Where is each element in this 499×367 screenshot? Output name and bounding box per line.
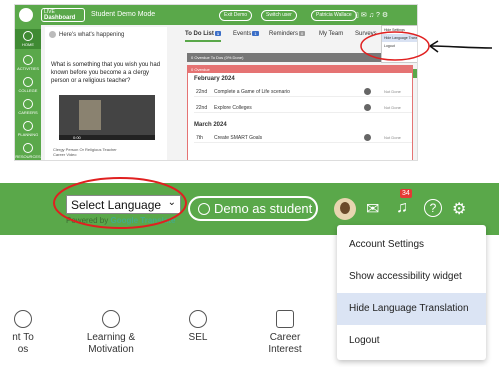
- video-controls[interactable]: 0:00: [59, 135, 155, 140]
- arrow-line: [429, 45, 493, 49]
- tab-todo-list[interactable]: To Do List 1: [185, 31, 222, 42]
- mode-title: Student Demo Mode: [91, 11, 156, 18]
- sidebar-item-careers[interactable]: CAREERS: [15, 99, 41, 115]
- powered-by-text: Powered by Google Translate: [66, 216, 176, 225]
- arrow-head-icon: [429, 40, 439, 53]
- switch-user-button[interactable]: Switch user: [261, 10, 297, 21]
- sidebar-item-college[interactable]: COLLEGE: [15, 77, 41, 93]
- menu-item-logout[interactable]: Logout: [337, 325, 486, 357]
- nav-item-sel[interactable]: SEL: [178, 310, 218, 344]
- chevron-icon[interactable]: [364, 88, 371, 95]
- user-name-button[interactable]: Patricia Wallace: [311, 10, 357, 21]
- menu-item-hide-translation[interactable]: Hide Language Translation: [337, 293, 486, 325]
- header-icons: ▯✉♫?⚙: [355, 11, 390, 19]
- gear-icon[interactable]: ⚙: [382, 12, 390, 19]
- demo-button-label: Demo as student: [214, 201, 313, 216]
- chevron-icon[interactable]: [364, 134, 371, 141]
- nav-item-career-interest[interactable]: Career Interest: [260, 310, 310, 356]
- nav-item-learning[interactable]: Learning & Motivation: [78, 310, 144, 356]
- app-logo-icon: [19, 8, 33, 22]
- sidebar-item-resources[interactable]: RESOURCES: [15, 143, 41, 159]
- clergy-sub: Career Video: [53, 152, 77, 157]
- task-row[interactable]: 22nd Explore Colleges Not Done: [194, 102, 412, 113]
- tab-my-team[interactable]: My Team: [319, 31, 343, 37]
- chevron-down-icon: ⌄: [167, 197, 176, 208]
- exit-demo-button[interactable]: Exit Demo: [219, 10, 253, 21]
- clergy-card[interactable]: Clergy Person Or Religious Teacher Caree…: [53, 147, 117, 157]
- avatar[interactable]: [334, 198, 356, 220]
- menu-item-accessibility[interactable]: Show accessibility widget: [337, 261, 486, 293]
- nav-item-todos[interactable]: nt To os: [0, 310, 46, 356]
- gear-icon[interactable]: ⚙: [452, 199, 466, 219]
- help-icon[interactable]: ?: [424, 199, 442, 217]
- sidebar-item-activities[interactable]: ACTIVITIES: [15, 55, 41, 71]
- happening-panel: Here's what's happening What is somethin…: [45, 27, 167, 160]
- tab-surveys[interactable]: Surveys: [355, 31, 377, 37]
- bottom-screenshot: Select Language ⌄ Powered by Google Tran…: [0, 183, 499, 367]
- notification-badge: 34: [400, 189, 412, 198]
- top-screenshot: LIVE Dashboard Student Demo Mode Exit De…: [14, 4, 418, 161]
- tab-events[interactable]: Events 1: [233, 31, 259, 37]
- google-translate-link[interactable]: Google Translate: [110, 216, 175, 225]
- dashboard-button[interactable]: LIVE Dashboard: [41, 8, 85, 22]
- chevron-icon[interactable]: [364, 104, 371, 111]
- mail-icon[interactable]: ✉: [366, 199, 379, 219]
- bell-icon[interactable]: ♫: [369, 12, 376, 19]
- briefcase-icon: [276, 310, 294, 328]
- checkmark-icon: [14, 310, 32, 328]
- language-select-value: Select Language: [71, 198, 162, 212]
- settings-menu: Account Settings Show accessibility widg…: [337, 225, 486, 360]
- task-row[interactable]: 7th Create SMART Goals Not Done: [194, 132, 412, 143]
- bell-icon[interactable]: ♫: [396, 199, 408, 217]
- screenshot-collage: LIVE Dashboard Student Demo Mode Exit De…: [0, 0, 499, 367]
- tab-reminders[interactable]: Reminders 0: [269, 31, 306, 37]
- user-icon: [198, 203, 210, 215]
- settings-dropdown-small: Hide Settings Hide Language Translation …: [381, 25, 417, 63]
- sidebar-item-planning[interactable]: PLANNING: [15, 121, 41, 137]
- month-heading: March 2024: [194, 122, 227, 128]
- dropdown-item-logout[interactable]: Logout: [382, 42, 417, 50]
- dropdown-item-hide-translation[interactable]: Hide Language Translation: [382, 34, 417, 42]
- question-text: What is something that you wish you had …: [51, 62, 161, 84]
- dashboard-label: Dashboard: [44, 15, 76, 21]
- masks-icon: [189, 310, 207, 328]
- language-select[interactable]: Select Language ⌄: [66, 195, 181, 214]
- overdue-box: 0 Overdue February 2024 22nd Complete a …: [187, 65, 413, 160]
- video-player[interactable]: [59, 95, 155, 135]
- top-header-bar: LIVE Dashboard Student Demo Mode Exit De…: [15, 5, 417, 25]
- demo-as-student-button[interactable]: Demo as student: [188, 196, 318, 221]
- mail-icon[interactable]: ✉: [361, 12, 369, 19]
- sidebar: HOME ACTIVITIES COLLEGE CAREERS PLANNING…: [15, 25, 41, 160]
- brain-icon: [102, 310, 120, 328]
- happening-title: Here's what's happening: [49, 31, 124, 38]
- menu-item-account-settings[interactable]: Account Settings: [337, 229, 486, 261]
- task-row[interactable]: 22nd Complete a Game of Life scenario No…: [194, 86, 412, 97]
- sidebar-item-home[interactable]: HOME: [15, 29, 41, 49]
- month-heading: February 2024: [194, 76, 235, 82]
- video-time: 0:00: [73, 135, 81, 140]
- overdue-header: 0 Overdue: [188, 66, 412, 73]
- dropdown-item-hide-settings[interactable]: Hide Settings: [382, 26, 417, 34]
